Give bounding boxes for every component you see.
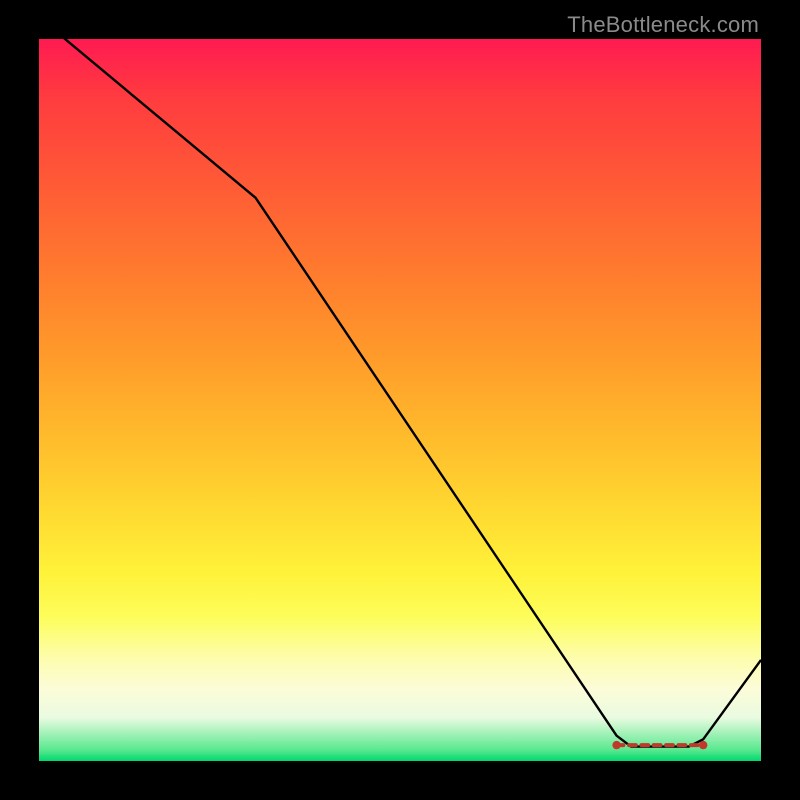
marker-end-dot	[699, 741, 707, 749]
chart-frame: TheBottleneck.com	[0, 0, 800, 800]
curve-layer	[39, 39, 761, 747]
watermark-text: TheBottleneck.com	[567, 12, 759, 38]
data-curve	[39, 39, 761, 747]
plot-area	[39, 39, 761, 761]
chart-svg	[39, 39, 761, 761]
